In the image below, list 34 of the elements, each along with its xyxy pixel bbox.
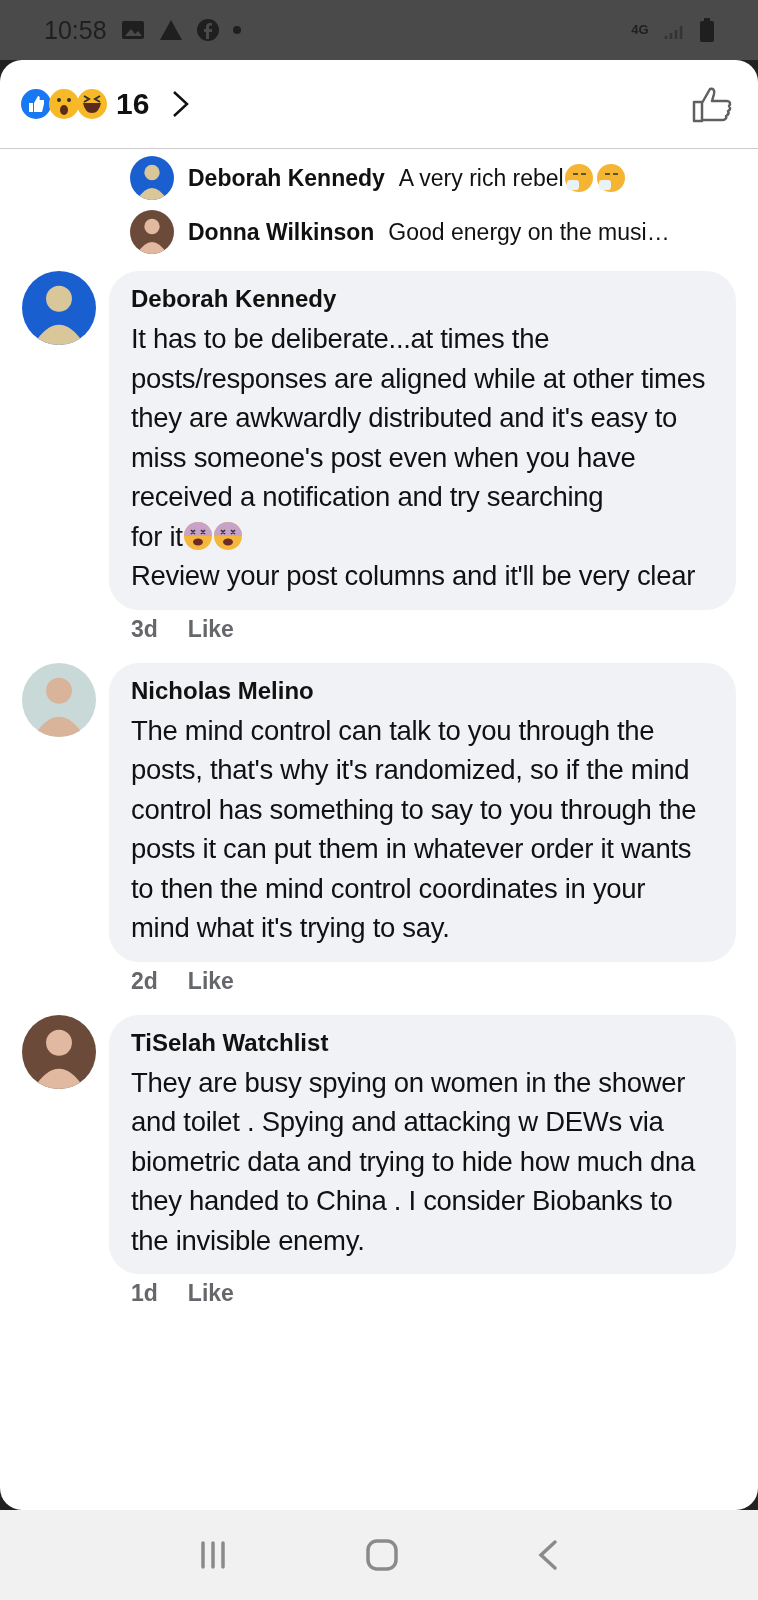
comment-text: They are busy spying on women in the shower and toilet . Spying and attacking w DEWs via biometric data and trying to hide how much dna they handed to China . I consider Biobanks to the invisible enemy.	[131, 1065, 697, 1258]
comment-text: Review your post columns and it'll be very clear	[131, 559, 695, 593]
commenter-name[interactable]: TiSelah Watchlist	[131, 1028, 706, 1057]
recent-apps-icon[interactable]	[199, 1540, 228, 1570]
commenter-name[interactable]: Deborah Kennedy	[188, 164, 385, 192]
like-link[interactable]: Like	[187, 615, 234, 643]
reaction-count[interactable]: 16	[116, 87, 150, 121]
like-link[interactable]: Like	[187, 1280, 234, 1307]
commenter-name[interactable]: Deborah Kennedy	[131, 285, 706, 313]
facebook-icon	[196, 19, 219, 41]
dot-icon	[232, 26, 241, 34]
like-icon[interactable]	[692, 85, 732, 123]
avatar[interactable]	[130, 210, 174, 254]
sneezing-face-icon	[563, 163, 594, 193]
reaction-icons[interactable]	[20, 88, 108, 120]
warning-icon	[158, 19, 183, 41]
avatar[interactable]	[130, 156, 174, 200]
comment-time: 3d	[131, 615, 158, 643]
battery-icon	[700, 18, 714, 42]
comment-text: for it	[131, 519, 183, 554]
back-icon[interactable]	[536, 1539, 559, 1571]
reply-text: Good energy on the musi…	[388, 218, 670, 246]
commenter-name[interactable]: Nicholas Melino	[131, 676, 706, 705]
dizzy-face-icon	[182, 521, 213, 552]
commenter-name[interactable]: Donna Wilkinson	[188, 218, 375, 246]
comment-text: The mind control can talk to you through the posts, that's why it's randomized, so if the mind control has something to say to you through the posts it can put them in whatever order it wants to then the mind control coordinates in your mind what it's trying to say.	[131, 713, 698, 945]
sneezing-face-icon	[595, 163, 626, 193]
reply-text: A very rich rebel	[398, 164, 564, 192]
image-icon	[120, 20, 145, 40]
home-icon[interactable]	[366, 1539, 398, 1571]
comment-time: 2d	[131, 967, 158, 995]
dizzy-face-icon	[212, 521, 243, 552]
like-link[interactable]: Like	[187, 967, 234, 995]
comment-time: 1d	[131, 1280, 158, 1307]
